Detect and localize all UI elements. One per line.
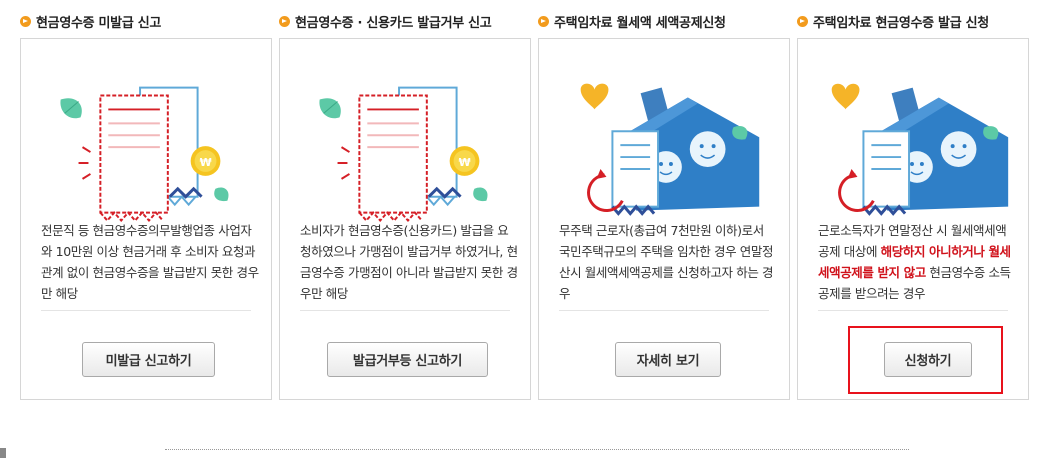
arrow-bullet-icon: [538, 15, 549, 27]
section-title-text: 주택임차료 현금영수증 발급 신청: [813, 15, 989, 31]
card-description-text: 전문직 등 현금영수증의무발행업종 사업자와 10만원 이상 현금거래 후 소비…: [41, 223, 259, 301]
nonissue-report-button[interactable]: 미발급 신고하기: [82, 342, 215, 377]
section-title-text: 현금영수증 미발급 신고: [36, 15, 162, 31]
arrow-bullet-icon: [797, 15, 808, 27]
divider: [818, 310, 1008, 311]
divider: [41, 310, 251, 311]
svg-text:₩: ₩: [459, 156, 471, 169]
card-description-text: 소비자가 현금영수증(신용카드) 발급을 요청하였으나 가맹점이 발급거부 하였…: [300, 223, 518, 301]
section-title: 현금영수증 미발급 신고: [20, 12, 162, 31]
card-rent-deduction: 무주택 근로자(총급여 7천만원 이하)로서 국민주택규모의 주택을 임차한 경…: [538, 38, 790, 400]
dotted-divider: [165, 449, 909, 450]
card-description: 소비자가 현금영수증(신용카드) 발급을 요청하였으나 가맹점이 발급거부 하였…: [300, 220, 518, 304]
arrow-bullet-icon: [279, 15, 290, 27]
card-description-text: 무주택 근로자(총급여 7천만원 이하)로서 국민주택규모의 주택을 임차한 경…: [559, 223, 774, 301]
card-description: 전문직 등 현금영수증의무발행업종 사업자와 10만원 이상 현금거래 후 소비…: [41, 220, 259, 304]
card-refusal-report: ₩ 소비자가 현금영수증(신용카드) 발급을 요청하였으나 가맹점이 발급거부 …: [279, 38, 531, 400]
refusal-report-button[interactable]: 발급거부등 신고하기: [327, 342, 488, 377]
section-title: 현금영수증 · 신용카드 발급거부 신고: [279, 12, 492, 31]
card-description: 무주택 근로자(총급여 7천만원 이하)로서 국민주택규모의 주택을 임차한 경…: [559, 220, 777, 304]
section-title: 주택임차료 현금영수증 발급 신청: [797, 12, 989, 31]
section-title-text: 주택임차료 월세액 세액공제신청: [554, 15, 726, 31]
section-title-text: 현금영수증 · 신용카드 발급거부 신고: [295, 15, 492, 31]
details-button[interactable]: 자세히 보기: [615, 342, 721, 377]
card-description: 근로소득자가 연말정산 시 월세액세액공제 대상에 해당하지 아니하거나 월세세…: [818, 220, 1016, 304]
divider: [300, 310, 510, 311]
divider: [559, 310, 769, 311]
section-title: 주택임차료 월세액 세액공제신청: [538, 12, 726, 31]
apply-button-highlight: [848, 326, 1003, 394]
svg-text:₩: ₩: [200, 156, 212, 169]
section-marker: [0, 448, 6, 458]
card-nonissue-report: ₩ 전문직 등 현금영수증의무발행업종 사업자와 10만원 이상 현금거래 후 …: [20, 38, 272, 400]
arrow-bullet-icon: [20, 15, 31, 27]
